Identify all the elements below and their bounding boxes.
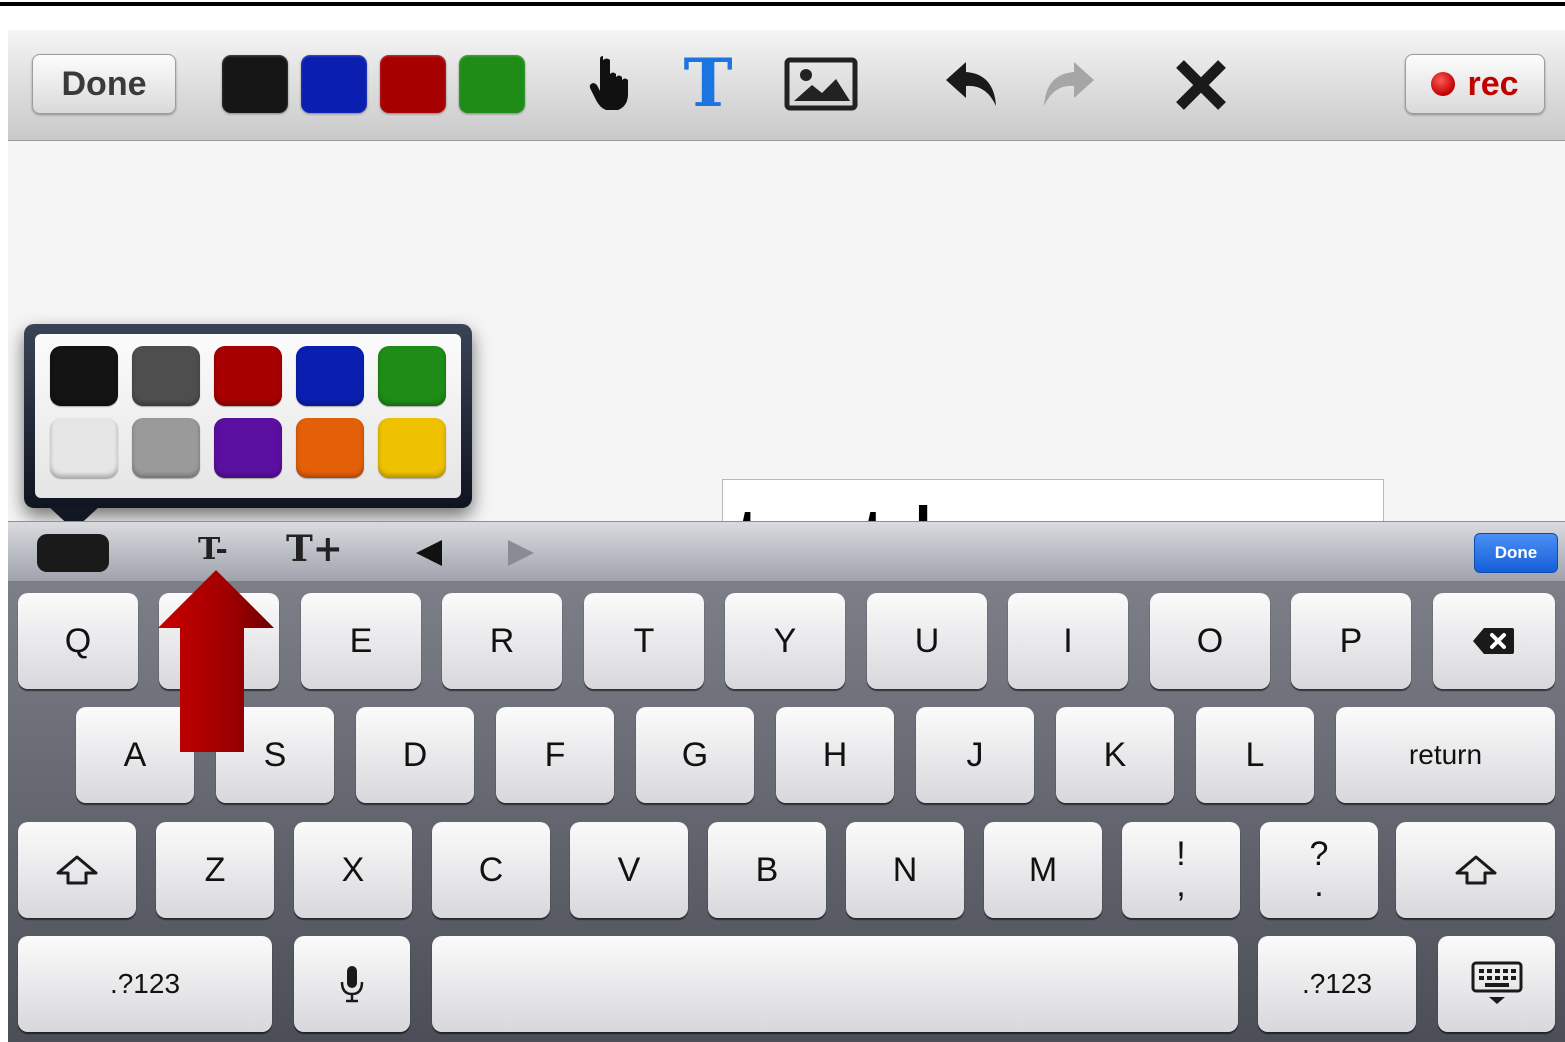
redo-icon[interactable] bbox=[1038, 58, 1096, 110]
shift-icon bbox=[56, 855, 98, 885]
pen-color-red[interactable] bbox=[380, 55, 446, 113]
shift-icon bbox=[1455, 855, 1496, 885]
palette-color-light-gray[interactable] bbox=[50, 418, 118, 478]
key-l[interactable]: L bbox=[1196, 707, 1314, 803]
return-key[interactable]: return bbox=[1336, 707, 1555, 803]
annotation-arrow-icon bbox=[158, 570, 274, 752]
key-n[interactable]: N bbox=[846, 822, 964, 918]
key-question-period[interactable]: ? . bbox=[1260, 822, 1378, 918]
palette-color-blue[interactable] bbox=[296, 346, 364, 406]
palette-color-dark-gray[interactable] bbox=[132, 346, 200, 406]
decrease-font-icon[interactable]: T- bbox=[198, 532, 228, 567]
dictation-key[interactable] bbox=[294, 936, 410, 1032]
pen-color-blue[interactable] bbox=[301, 55, 367, 113]
key-o[interactable]: O bbox=[1150, 593, 1270, 689]
cursor-left-icon[interactable] bbox=[416, 540, 442, 566]
key-p[interactable]: P bbox=[1291, 593, 1411, 689]
palette-color-red[interactable] bbox=[214, 346, 282, 406]
app-frame: Done T rec T- T+ Done Q E R T Y U I O P … bbox=[8, 30, 1565, 1042]
record-button[interactable]: rec bbox=[1405, 54, 1545, 114]
key-y[interactable]: Y bbox=[725, 593, 845, 689]
top-toolbar: Done T rec bbox=[8, 30, 1565, 141]
current-color-button[interactable] bbox=[37, 534, 109, 572]
key-exclamation-comma[interactable]: ! , bbox=[1122, 822, 1240, 918]
key-m[interactable]: M bbox=[984, 822, 1102, 918]
text-tool-icon[interactable]: T bbox=[676, 48, 740, 118]
numbers-key-right[interactable]: .?123 bbox=[1258, 936, 1416, 1032]
color-popover bbox=[24, 324, 472, 508]
keyboard-dismiss-icon bbox=[1471, 961, 1522, 1004]
palette-color-gray[interactable] bbox=[132, 418, 200, 478]
palette-color-green[interactable] bbox=[378, 346, 446, 406]
key-e[interactable]: E bbox=[301, 593, 421, 689]
image-icon[interactable] bbox=[784, 57, 858, 111]
key-c[interactable]: C bbox=[432, 822, 550, 918]
key-x[interactable]: X bbox=[294, 822, 412, 918]
key-bottom-char: , bbox=[1176, 866, 1186, 904]
shift-key-right[interactable] bbox=[1396, 822, 1555, 918]
record-dot-icon bbox=[1431, 72, 1456, 96]
key-h[interactable]: H bbox=[776, 707, 894, 803]
numbers-key-left[interactable]: .?123 bbox=[18, 936, 272, 1032]
done-button[interactable]: Done bbox=[32, 54, 176, 114]
backspace-icon bbox=[1473, 628, 1514, 654]
key-i[interactable]: I bbox=[1008, 593, 1128, 689]
key-u[interactable]: U bbox=[867, 593, 987, 689]
palette-color-purple[interactable] bbox=[214, 418, 282, 478]
hand-pointer-icon[interactable] bbox=[584, 56, 640, 112]
palette-color-yellow[interactable] bbox=[378, 418, 446, 478]
palette-color-orange[interactable] bbox=[296, 418, 364, 478]
increase-font-icon[interactable]: T+ bbox=[286, 528, 343, 570]
microphone-icon bbox=[340, 966, 364, 1003]
key-z[interactable]: Z bbox=[156, 822, 274, 918]
shift-key-left[interactable] bbox=[18, 822, 136, 918]
key-j[interactable]: J bbox=[916, 707, 1034, 803]
keyboard-done-button[interactable]: Done bbox=[1474, 533, 1558, 573]
record-label: rec bbox=[1467, 64, 1519, 103]
color-palette bbox=[35, 334, 461, 498]
pen-color-black[interactable] bbox=[222, 55, 288, 113]
cursor-right-icon[interactable] bbox=[508, 540, 534, 566]
key-q[interactable]: Q bbox=[18, 593, 138, 689]
key-r[interactable]: R bbox=[442, 593, 562, 689]
pen-color-green[interactable] bbox=[459, 55, 525, 113]
backspace-key[interactable] bbox=[1433, 593, 1555, 689]
key-k[interactable]: K bbox=[1056, 707, 1174, 803]
key-v[interactable]: V bbox=[570, 822, 688, 918]
key-f[interactable]: F bbox=[496, 707, 614, 803]
palette-color-black[interactable] bbox=[50, 346, 118, 406]
key-b[interactable]: B bbox=[708, 822, 826, 918]
close-icon[interactable] bbox=[1172, 56, 1230, 114]
key-bottom-char: . bbox=[1314, 866, 1324, 904]
key-d[interactable]: D bbox=[356, 707, 474, 803]
hide-keyboard-key[interactable] bbox=[1438, 936, 1555, 1032]
undo-icon[interactable] bbox=[944, 58, 1002, 110]
space-bar[interactable] bbox=[432, 936, 1238, 1032]
key-g[interactable]: G bbox=[636, 707, 754, 803]
top-rule bbox=[0, 0, 1565, 8]
key-t[interactable]: T bbox=[584, 593, 704, 689]
